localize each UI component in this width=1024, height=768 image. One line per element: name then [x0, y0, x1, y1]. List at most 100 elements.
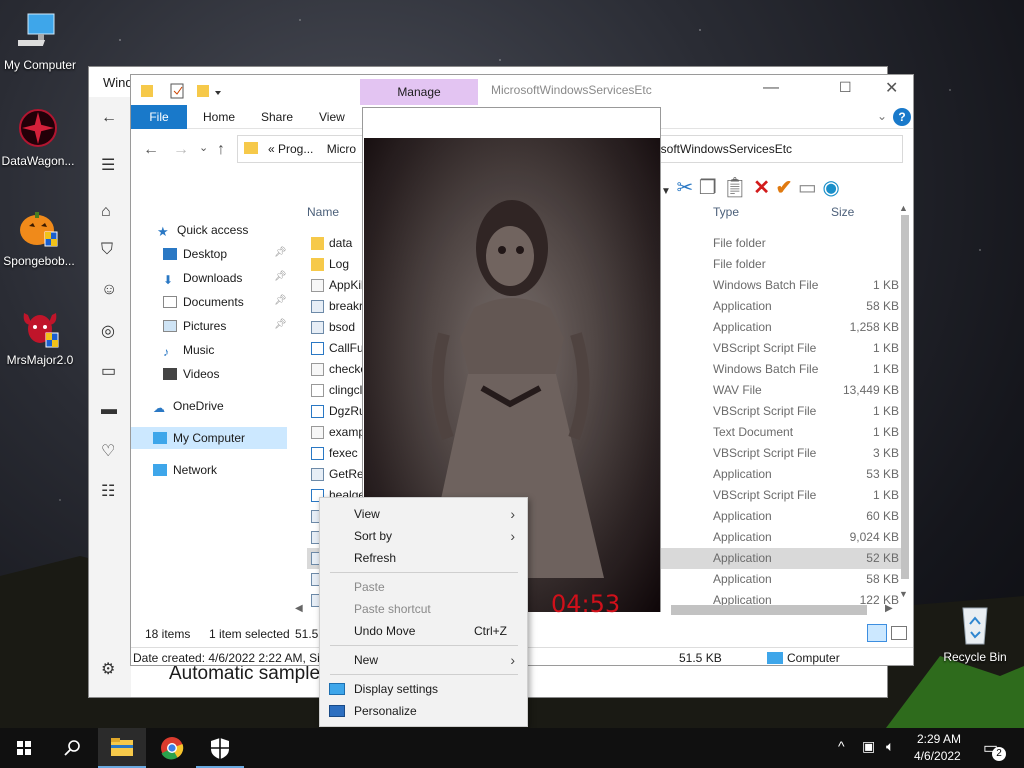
pin-icon[interactable]: 📌︎ [274, 247, 287, 258]
details-view-icon[interactable] [867, 624, 887, 642]
copy-icon[interactable]: ❐ [699, 177, 717, 199]
nav-videos[interactable]: Videos [163, 363, 219, 385]
menu-item-new[interactable]: New › [320, 649, 527, 671]
nav-network[interactable]: Network [153, 459, 217, 481]
nav-music[interactable]: ♪ Music [163, 339, 214, 361]
clock-date[interactable]: 4/6/2022 [914, 749, 961, 763]
nav-pictures[interactable]: Pictures [163, 315, 226, 337]
taskbar-chrome[interactable] [148, 728, 196, 768]
ribbon-expand-icon[interactable]: ⌄ [877, 109, 887, 123]
network-icon[interactable]: ▣ [862, 738, 875, 755]
menu-item-refresh[interactable]: Refresh [320, 547, 527, 569]
large-icons-view-icon[interactable] [891, 626, 907, 640]
tab-share[interactable]: Share [247, 105, 307, 129]
properties-icon[interactable]: ▭ [798, 177, 817, 199]
volume-icon[interactable]: 🔈︎ [886, 738, 894, 755]
quick-access-toolbar-icons[interactable] [139, 83, 229, 99]
pin-icon[interactable]: 📌︎ [274, 271, 287, 282]
menu-item-paste-shortcut[interactable]: Paste shortcut [320, 598, 527, 620]
pin-icon[interactable]: 📌︎ [274, 295, 287, 306]
desktop-icon-datawagon[interactable]: DataWagon... [0, 106, 78, 168]
rename-check-icon[interactable]: ✔ [776, 177, 793, 199]
browser-icon[interactable]: ▭ [101, 361, 116, 381]
paste-icon[interactable]: 📋︎ [722, 177, 747, 199]
taskbar-security[interactable] [196, 728, 244, 768]
column-header-name[interactable]: Name [307, 205, 339, 219]
heart-icon[interactable]: ♡ [101, 441, 115, 461]
family-icon[interactable]: ☷ [101, 481, 115, 501]
column-header-size[interactable]: Size [831, 205, 854, 219]
settings-gear-icon[interactable]: ⚙ [101, 659, 115, 679]
vertical-scrollbar[interactable]: ▲ ▼ [899, 203, 911, 603]
address-prefix[interactable]: « Prog... [268, 142, 313, 156]
menu-item-sort-by[interactable]: Sort by › [320, 525, 527, 547]
tab-file[interactable]: File [131, 105, 187, 129]
maximize-icon[interactable]: ☐ [839, 79, 852, 96]
menu-item-personalize[interactable]: Personalize [320, 700, 527, 722]
nav-quick-access[interactable]: ★ Quick access [157, 219, 248, 241]
hamburger-icon[interactable]: ☰ [101, 155, 115, 175]
clock-time[interactable]: 2:29 AM [917, 732, 961, 746]
forward-icon[interactable]: → [173, 141, 189, 159]
details-size: 51.5 KB [679, 651, 722, 665]
menu-item-display-settings[interactable]: Display settings [320, 678, 527, 700]
manage-tab[interactable]: Manage [360, 79, 478, 105]
taskbar-file-explorer[interactable] [98, 728, 146, 768]
nav-documents[interactable]: Documents [163, 291, 244, 313]
file-size: 1 KB [872, 362, 899, 376]
desktop-icon-mrsmajor[interactable]: MrsMajor2.0 [0, 305, 80, 367]
menu-item-label: Paste [354, 580, 385, 594]
close-icon[interactable]: ✕ [885, 78, 898, 98]
menu-item-paste[interactable]: Paste [320, 576, 527, 598]
horizontal-scroll-thumb[interactable] [671, 605, 867, 615]
search-button[interactable] [48, 728, 96, 768]
folder-icon [311, 237, 324, 250]
wireless-icon[interactable]: ◎ [101, 321, 115, 341]
globe-icon[interactable]: ◉ [822, 177, 839, 199]
file-icon [311, 363, 324, 376]
nav-onedrive[interactable]: ☁ OneDrive [153, 395, 224, 417]
file-name: bsod [329, 320, 356, 334]
tab-view[interactable]: View [305, 105, 359, 129]
nav-label: OneDrive [173, 399, 224, 413]
file-type: Application [713, 320, 772, 334]
laptop-icon[interactable]: ▬ [101, 401, 117, 419]
desktop-icon-my-computer[interactable]: My Computer [0, 10, 80, 72]
desktop-icon-recycle-bin[interactable]: Recycle Bin [935, 602, 1015, 664]
start-button[interactable] [0, 728, 48, 768]
dropdown-icon[interactable]: ▼ [661, 186, 671, 197]
shield-icon[interactable]: ⛉ [101, 241, 113, 259]
minimize-icon[interactable]: — [763, 79, 779, 97]
delete-icon[interactable]: ✕ [753, 177, 770, 199]
nav-downloads[interactable]: ⬇ Downloads [163, 267, 242, 289]
address-current[interactable]: rosoftWindowsServicesEtc [650, 136, 792, 162]
scroll-right-icon[interactable]: ▶ [885, 603, 893, 614]
desktop-icon-spongebob[interactable]: Spongebob... [0, 206, 79, 268]
background-window-sidebar: ← ☰ ⌂ ⛉ ☺ ◎ ▭ ▬ ♡ ☷ ⚙ [89, 97, 131, 697]
home-icon[interactable]: ⌂ [101, 203, 111, 221]
back-arrow-icon[interactable]: ← [101, 109, 117, 127]
cut-icon[interactable]: ✂ [676, 177, 693, 199]
help-icon[interactable]: ? [893, 108, 911, 126]
menu-item-view[interactable]: View › [320, 503, 527, 525]
column-header-type[interactable]: Type [713, 205, 739, 219]
file-size: 1 KB [872, 341, 899, 355]
pin-icon[interactable]: 📌︎ [274, 319, 287, 330]
desktop-context-menu: View › Sort by › Refresh Paste Paste short… [319, 497, 528, 727]
scroll-left-icon[interactable]: ◀ [295, 603, 303, 614]
menu-item-undo-move[interactable]: Undo Move Ctrl+Z [320, 620, 527, 642]
up-icon[interactable]: ↑ [217, 141, 225, 159]
back-icon[interactable]: ← [143, 141, 159, 159]
show-hidden-icons-icon[interactable]: ^ [838, 738, 845, 754]
recent-locations-icon[interactable]: ⌄ [199, 141, 208, 154]
nav-desktop[interactable]: Desktop [163, 243, 227, 265]
chevron-right-icon: › [510, 652, 515, 668]
tab-home[interactable]: Home [189, 105, 249, 129]
scroll-down-icon[interactable]: ▼ [899, 589, 908, 599]
scroll-up-icon[interactable]: ▲ [899, 203, 908, 213]
person-icon[interactable]: ☺ [101, 281, 117, 299]
address-segment[interactable]: Micro [327, 142, 356, 156]
nav-my-computer[interactable]: My Computer [131, 427, 287, 449]
scroll-thumb[interactable] [901, 215, 909, 579]
desktop-icon-label: My Computer [3, 58, 77, 72]
